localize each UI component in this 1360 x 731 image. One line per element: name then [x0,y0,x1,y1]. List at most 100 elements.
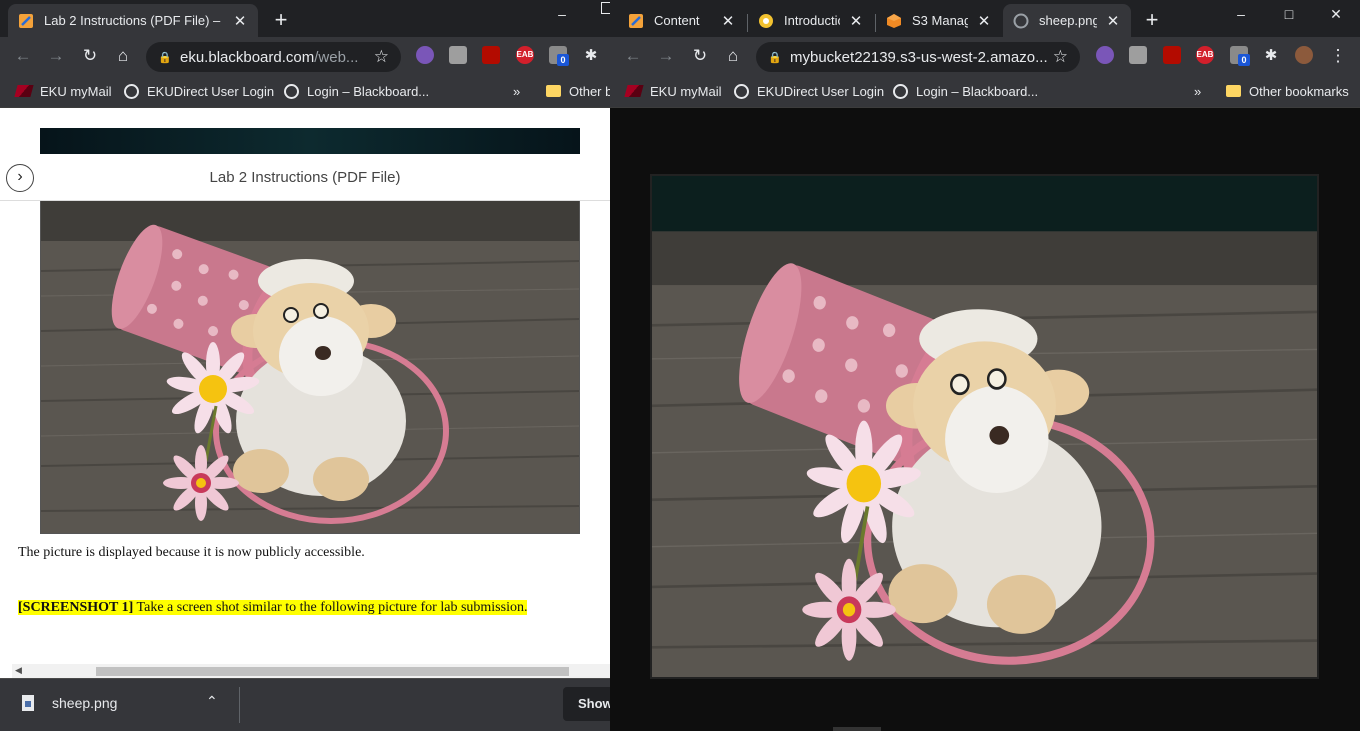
new-tab-button[interactable]: + [1139,8,1165,34]
bookmark-star-icon[interactable]: ☆ [374,47,389,67]
pdf-header: › Lab 2 Instructions (PDF File) [0,154,610,201]
tab-introduction[interactable]: Introductio ✕ [748,4,874,37]
pencil-document-icon [628,13,644,29]
yellow-circle-icon [758,13,774,29]
pdf-title: Lab 2 Instructions (PDF File) [209,169,401,186]
globe-icon [283,83,299,99]
adobe-pdf-icon[interactable] [1163,46,1181,64]
bookmark-other[interactable]: Other bookmarks [1225,81,1349,101]
maximize-button[interactable] [601,2,610,14]
bookmark-blackboard[interactable]: Login – Blackboard... [283,81,429,101]
bookmark-label: Other b [569,83,610,99]
eku-logo-icon [624,83,644,99]
forward-arrow-icon[interactable]: → [655,45,677,67]
close-tab-icon[interactable]: ✕ [720,12,736,30]
extension-badge-icon[interactable]: 0 [549,46,569,66]
tab-s3-management[interactable]: S3 Manage ✕ [876,4,1002,37]
folder-icon [545,83,561,99]
globe-icon [123,83,139,99]
menu-kebab-icon[interactable]: ⋮ [1327,45,1349,67]
bookmark-star-icon[interactable]: ☆ [1053,47,1068,67]
pdf-text-line: The picture is displayed because it is n… [18,545,365,560]
url-host: mybucket22139.s3-us-west-2.amazo... [790,48,1048,66]
close-tab-icon[interactable]: ✕ [1105,12,1121,30]
toolbar: ← → ↻ ⌂ 🔒 mybucket22139.s3-us-west-2.ama… [610,37,1360,75]
maximize-button[interactable]: □ [1279,6,1299,22]
back-arrow-icon[interactable]: ← [622,45,644,67]
bookmark-ekudirect[interactable]: EKUDirect User Login [733,81,884,101]
eab-icon[interactable]: EAB [1196,46,1214,64]
bookmark-other[interactable]: Other b [545,81,610,101]
screenshot-tag: [SCREENSHOT 1] [18,600,134,615]
reload-icon[interactable]: ↻ [689,45,711,67]
sheep-photo-full [652,176,1317,677]
horizontal-scrollbar[interactable]: ◀ [12,664,610,678]
pdf-viewer: › Lab 2 Instructions (PDF File) The pict… [0,108,610,678]
eab-icon[interactable]: EAB [516,46,534,64]
scroll-left-icon[interactable]: ◀ [15,665,22,676]
download-filename: sheep.png [52,695,118,711]
address-bar[interactable]: 🔒 eku.blackboard.com/web... ☆ [146,42,401,72]
bookmark-label: Other bookmarks [1249,83,1349,99]
minimize-button[interactable]: – [1231,6,1251,22]
download-item[interactable]: sheep.png [22,695,117,711]
aws-cube-icon [886,13,902,29]
tab-strip: Lab 2 Instructions (PDF File) – NE ✕ + – [0,0,610,37]
toolbar: ← → ↻ ⌂ 🔒 eku.blackboard.com/web... ☆ EA… [0,37,610,75]
bookmark-label: Login – Blackboard... [307,83,430,99]
close-tab-icon[interactable]: ✕ [848,12,864,30]
download-shelf: sheep.png ⌃ Show all [0,678,610,731]
bookmarks-overflow-button[interactable]: » [1194,81,1201,101]
bookmark-blackboard[interactable]: Login – Blackboard... [892,81,1038,101]
extension-badge-icon[interactable]: 0 [1230,46,1250,66]
screenshot-text: Take a screen shot similar to the follow… [133,600,528,615]
extension-icon[interactable] [449,46,467,64]
puzzle-extensions-icon[interactable]: ✱ [580,45,602,67]
pdf-screenshot-instruction: [SCREENSHOT 1] Take a screen shot simila… [18,600,528,616]
bookmark-label: EKU myMail [40,83,112,99]
globe-icon [1013,13,1029,29]
new-tab-button[interactable]: + [268,8,294,34]
bookmark-eku-mymail[interactable]: EKU myMail [14,81,112,101]
eku-logo-icon [14,83,34,99]
tab-sheep-png[interactable]: sheep.png ✕ [1003,4,1131,37]
tab-strip: Content ✕ Introductio ✕ S3 Manage ✕ shee… [610,0,1360,37]
close-window-button[interactable]: ✕ [1326,6,1346,23]
tab-title: Content [654,13,700,28]
bottom-scroll-indicator [833,727,881,731]
extension-icon[interactable] [1096,46,1114,64]
bookmark-label: EKU myMail [650,83,722,99]
badge-count: 0 [1238,54,1250,66]
reload-icon[interactable]: ↻ [79,45,101,67]
adobe-pdf-icon[interactable] [482,46,500,64]
tab-lab2-instructions[interactable]: Lab 2 Instructions (PDF File) – NE ✕ [8,4,258,37]
home-icon[interactable]: ⌂ [112,45,134,67]
minimize-button[interactable]: – [552,6,572,22]
bookmarks-bar: EKU myMail EKUDirect User Login Login – … [610,75,1360,108]
extension-icon[interactable] [416,46,434,64]
address-bar[interactable]: 🔒 mybucket22139.s3-us-west-2.amazo... ☆ [756,42,1080,72]
bookmark-label: Login – Blackboard... [916,83,1039,99]
badge-count: 0 [557,54,569,66]
download-options-chevron-icon[interactable]: ⌃ [206,693,218,710]
pencil-document-icon [18,13,34,29]
bookmark-label: EKUDirect User Login [757,83,885,99]
forward-arrow-icon[interactable]: → [45,45,67,67]
url-host: eku.blackboard.com [180,48,315,66]
tab-title: S3 Manage [912,13,968,28]
scrollbar-thumb[interactable] [96,667,569,676]
close-tab-icon[interactable]: ✕ [976,12,992,30]
back-arrow-icon[interactable]: ← [12,45,34,67]
bookmark-eku-mymail[interactable]: EKU myMail [624,81,722,101]
bookmark-ekudirect[interactable]: EKUDirect User Login [123,81,274,101]
profile-avatar[interactable] [1295,46,1313,64]
show-all-button[interactable]: Show all [563,687,610,731]
tab-content[interactable]: Content ✕ [618,4,746,37]
folder-icon [1225,83,1241,99]
puzzle-extensions-icon[interactable]: ✱ [1260,45,1282,67]
close-tab-icon[interactable]: ✕ [232,12,248,30]
extension-icon[interactable] [1129,46,1147,64]
bookmarks-overflow-button[interactable]: » [513,81,520,101]
home-icon[interactable]: ⌂ [722,45,744,67]
tab-title: sheep.png [1039,13,1097,28]
